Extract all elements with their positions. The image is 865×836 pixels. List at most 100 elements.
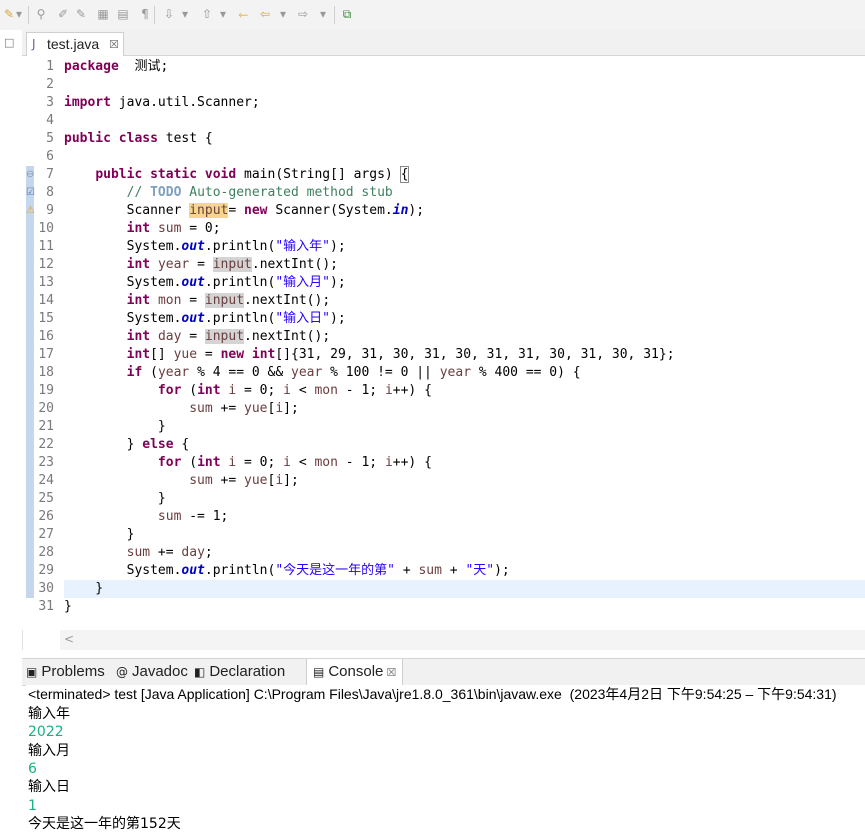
tab-declaration[interactable]: ◧ Declaration (194, 659, 285, 685)
close-icon[interactable]: ☒ (383, 667, 396, 679)
ruler-mark (26, 454, 34, 472)
code-line[interactable]: sum += day; (64, 544, 865, 562)
code-token: java.util.Scanner; (110, 95, 260, 110)
code-line[interactable] (64, 148, 865, 166)
code-line[interactable]: int day = input.nextInt(); (64, 328, 865, 346)
dropdown-arrow-icon[interactable]: ▾ (216, 7, 230, 21)
code-line[interactable]: } (64, 526, 865, 544)
scroll-left-icon[interactable]: < (64, 632, 74, 646)
code-token: sum (189, 473, 213, 488)
line-number: 16 (38, 329, 54, 344)
ruler-mark (26, 274, 34, 292)
line-number: 28 (38, 545, 54, 560)
code-token: .nextInt(); (244, 329, 331, 344)
code-token: ( (181, 455, 198, 470)
code-line[interactable]: sum += yue[i]; (64, 472, 865, 490)
code-token: input (204, 293, 245, 308)
code-token: year (291, 365, 323, 380)
dropdown-arrow-icon[interactable]: ▾ (12, 7, 26, 21)
code-token: = (181, 329, 205, 344)
code-line[interactable]: } (64, 418, 865, 436)
code-token: = (189, 257, 213, 272)
toolbar-separator (334, 6, 335, 24)
tab-console[interactable]: ▤ Console ☒ (306, 659, 404, 685)
tab-javadoc[interactable]: @ Javadoc (116, 659, 188, 685)
code-token: Scanner(System. (267, 203, 393, 218)
code-area[interactable]: package 测试; import java.util.Scanner; publ… (64, 56, 865, 630)
code-token: = (197, 347, 221, 362)
whitespace-icon[interactable]: ▤ (116, 7, 130, 21)
code-line[interactable]: int mon = input.nextInt(); (64, 292, 865, 310)
dropdown-arrow-icon[interactable]: ▾ (276, 7, 290, 21)
last-edit-icon[interactable]: ⬸ (236, 7, 250, 21)
line-number: 15 (38, 311, 54, 326)
code-token: out (181, 311, 205, 326)
code-token: mon (157, 293, 182, 308)
code-line[interactable]: sum -= 1; (64, 508, 865, 526)
dropdown-arrow-icon[interactable]: ▾ (316, 7, 330, 21)
line-number: 24 (38, 473, 54, 488)
code-token: in (392, 203, 409, 218)
pin-editor-icon[interactable]: ⧉ (340, 7, 354, 21)
toggle-breadcrumb-icon[interactable]: ✎ (74, 7, 88, 21)
close-icon[interactable]: ☒ (109, 33, 119, 56)
code-line[interactable]: public static void main(String[] args) { (64, 166, 865, 184)
fold-collapse-icon[interactable]: ⊖ (26, 166, 34, 184)
code-line[interactable]: public class test { (64, 130, 865, 148)
code-token: .nextInt(); (244, 293, 331, 308)
code-line[interactable] (64, 76, 865, 94)
code-line[interactable]: import java.util.Scanner; (64, 94, 865, 112)
code-line[interactable]: } else { (64, 436, 865, 454)
java-file-icon: J (32, 37, 36, 51)
code-line[interactable]: System.out.println("输入日"); (64, 310, 865, 328)
dropdown-arrow-icon[interactable]: ▾ (178, 7, 192, 21)
prev-annotation-icon[interactable]: ⇧ (200, 7, 214, 21)
perspective-icon[interactable]: ⚲ (34, 7, 48, 21)
next-annotation-icon[interactable]: ⇩ (162, 7, 176, 21)
code-line[interactable]: System.out.println("今天是这一年的第" + sum + "天… (64, 562, 865, 580)
code-line[interactable]: System.out.println("输入年"); (64, 238, 865, 256)
code-line[interactable]: int sum = 0; (64, 220, 865, 238)
code-line[interactable]: } (64, 580, 865, 598)
toggle-mark-icon[interactable]: ✐ (56, 7, 70, 21)
code-line[interactable]: // TODO Auto-generated method stub (64, 184, 865, 202)
paragraph-icon[interactable]: ¶ (138, 7, 152, 21)
code-line[interactable]: } (64, 490, 865, 508)
console-view[interactable]: <terminated> test [Java Application] C:\… (26, 685, 865, 836)
code-line[interactable]: int year = input.nextInt(); (64, 256, 865, 274)
code-line[interactable]: System.out.println("输入月"); (64, 274, 865, 292)
code-token: -= 1; (181, 509, 229, 524)
code-line[interactable]: Scanner input= new Scanner(System.in); (64, 202, 865, 220)
line-number: 13 (38, 275, 54, 290)
code-line[interactable]: } (64, 598, 865, 616)
task-marker-icon[interactable]: ☑ (26, 184, 35, 202)
code-line[interactable]: package 测试; (64, 58, 865, 76)
code-line[interactable]: int[] yue = new int[]{31, 29, 31, 30, 31… (64, 346, 865, 364)
code-token: i (283, 383, 291, 398)
horizontal-scrollbar[interactable]: < (60, 630, 865, 650)
ruler-mark (26, 526, 34, 544)
forward-icon[interactable]: ⇨ (296, 7, 310, 21)
line-number: 19 (38, 383, 54, 398)
warning-marker-icon[interactable]: ⚠ (26, 202, 35, 220)
code-editor[interactable]: 1 2 3 4 5 6 7 8 9 10 11 12 13 14 15 16 17 18 19 20 21 22 23 24 2… (22, 56, 865, 630)
back-icon[interactable]: ⇦ (258, 7, 272, 21)
code-token: ]; (283, 473, 299, 488)
code-token: "输入年" (275, 239, 330, 254)
code-line[interactable] (64, 112, 865, 130)
tab-problems[interactable]: ▣ Problems (26, 659, 105, 685)
code-line[interactable]: sum += yue[i]; (64, 400, 865, 418)
code-line[interactable]: if (year % 4 == 0 && year % 100 != 0 || … (64, 364, 865, 382)
toggle-block-icon[interactable]: ▦ (96, 7, 110, 21)
editor-tab-test-java[interactable]: J test.java ☒ (26, 32, 124, 56)
line-number: 6 (46, 149, 54, 164)
code-line[interactable]: for (int i = 0; i < mon - 1; i++) { (64, 454, 865, 472)
code-token: } (64, 419, 166, 434)
code-token: { (399, 166, 410, 183)
restore-icon[interactable]: □ (4, 36, 14, 49)
line-number: 17 (38, 347, 54, 362)
tab-label: Problems (41, 663, 105, 680)
code-line[interactable]: for (int i = 0; i < mon - 1; i++) { (64, 382, 865, 400)
